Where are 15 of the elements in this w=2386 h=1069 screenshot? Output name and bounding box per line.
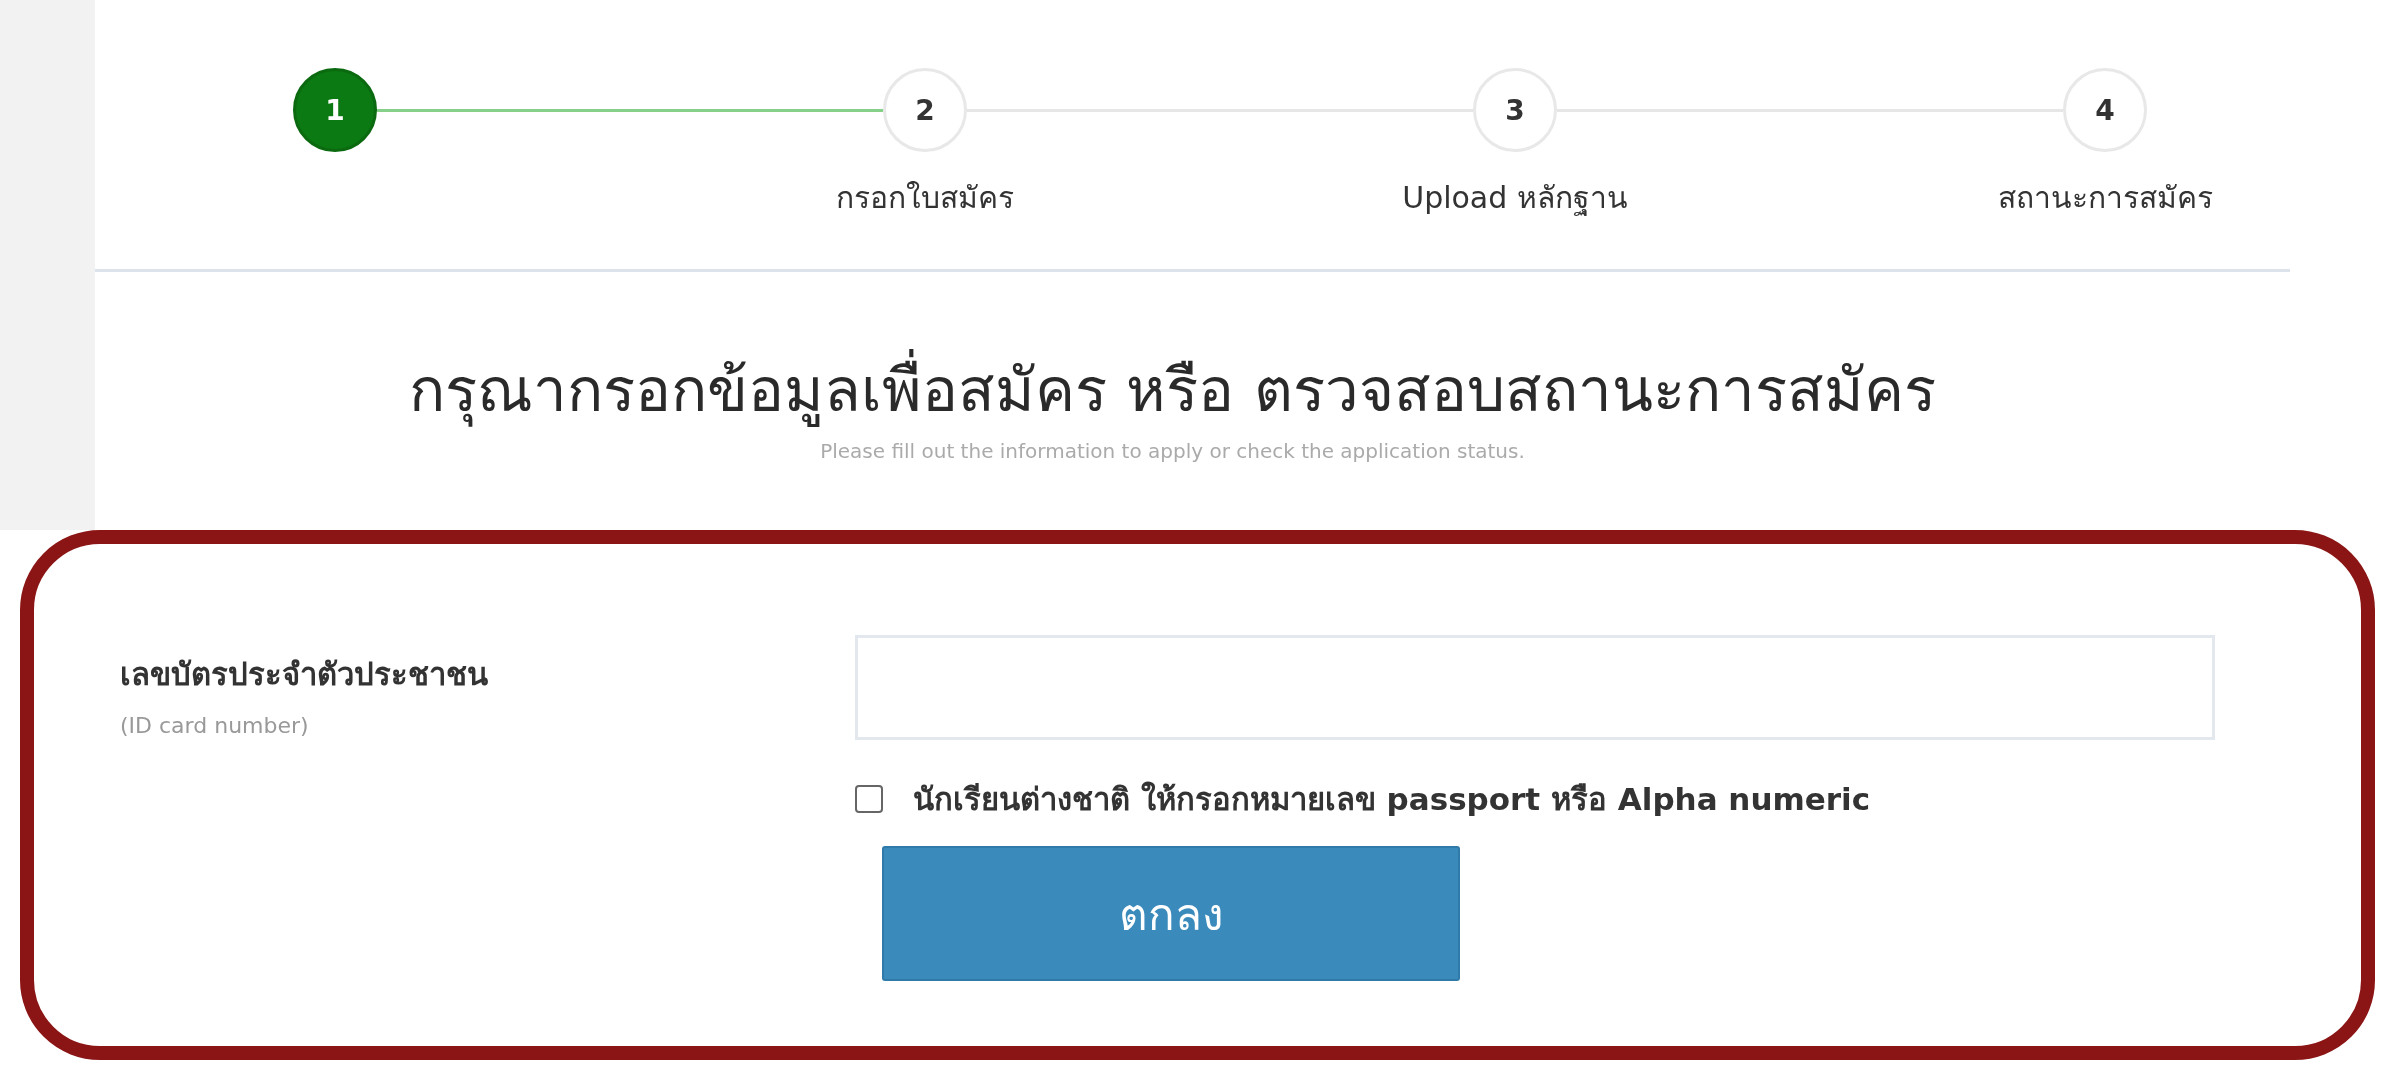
page-title: กรุณากรอกข้อมูลเพื่อสมัคร หรือ ตรวจสอบสถานะการสมัคร [409,342,1936,437]
checkbox-label: นักเรียนต่างชาติ ให้กรอกหมายเลข passport หรือ Alpha numeric [913,780,1871,819]
field-hint: (ID card number) [120,713,310,738]
step-circle: 4 [2063,68,2147,152]
field-label: เลขบัตรประจำตัวประชาชน [120,655,489,694]
id-card-field[interactable] [855,635,2215,740]
page-subtitle: Please fill out the information to apply or check the application status. [820,439,1525,463]
step-label: Upload หลักฐาน [1402,179,1628,218]
step-circle: 2 [883,68,967,152]
step-circle: 3 [1473,68,1557,152]
step-label: สถานะการสมัคร [1997,179,2213,217]
step-label: กรอกใบสมัคร [836,179,1014,217]
checkbox[interactable] [855,785,883,813]
submit-button[interactable]: ตกลง [882,846,1460,981]
step-circle: 1 [293,68,377,152]
